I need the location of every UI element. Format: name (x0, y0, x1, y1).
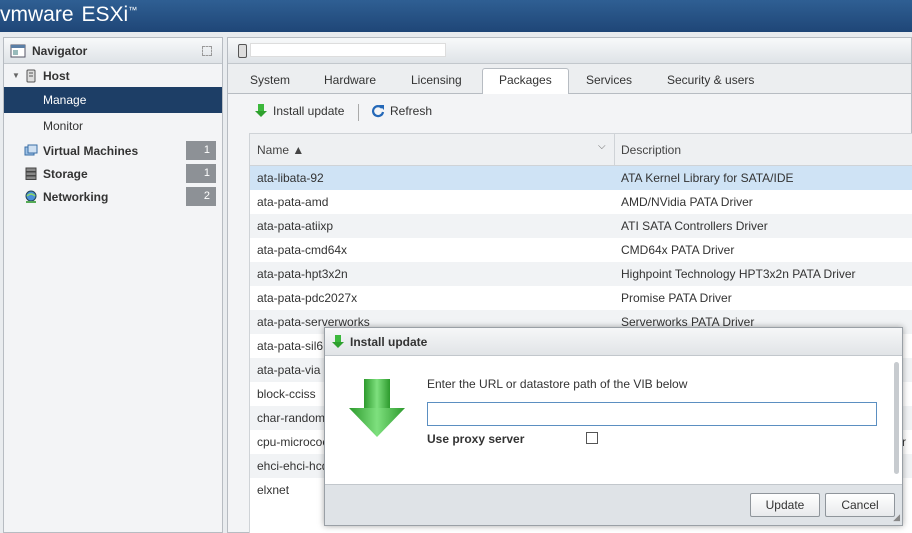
cancel-button[interactable]: Cancel (825, 493, 895, 517)
nav-item-virtual-machines[interactable]: Virtual Machines 1 (4, 139, 222, 162)
nav-item-monitor[interactable]: Monitor (4, 113, 222, 139)
table-row[interactable]: ata-pata-amd AMD/NVidia PATA Driver (250, 190, 912, 214)
toolbar: Install update Refresh (228, 94, 911, 128)
count-badge: 1 (186, 141, 216, 160)
navigator-title: Navigator (32, 43, 88, 58)
column-header-description[interactable]: Description (621, 143, 681, 157)
top-bar: vmware ESXi™ (0, 0, 912, 32)
dialog-body: Enter the URL or datastore path of the V… (325, 356, 902, 485)
package-name-cell: ata-pata-atiixp (257, 219, 334, 233)
brand-vmware: vmware (0, 3, 74, 26)
tab-hardware[interactable]: Hardware (308, 69, 392, 94)
install-update-button[interactable]: Install update (254, 104, 344, 118)
collapse-icon[interactable] (202, 46, 212, 56)
navigator-header: Navigator (4, 38, 222, 64)
brand-tm: ™ (128, 5, 138, 15)
package-name-cell: ata-pata-sil6 (257, 339, 324, 353)
use-proxy-checkbox[interactable] (586, 432, 598, 444)
column-header-name[interactable]: Name ▲ (257, 143, 304, 157)
update-button[interactable]: Update (750, 493, 820, 517)
package-name-cell: ata-pata-amd (257, 195, 329, 209)
nav-item-host[interactable]: ▼ Host (4, 64, 222, 87)
brand-esxi: ESXi (81, 3, 129, 26)
dialog-header: Install update (325, 328, 902, 356)
tab-bar: System Hardware Licensing Packages Servi… (228, 64, 911, 95)
vmware-esxi-logo: vmware ESXi™ (0, 3, 137, 27)
table-row[interactable]: ata-libata-92 ATA Kernel Library for SATA… (250, 166, 912, 190)
refresh-icon (371, 105, 385, 118)
column-separator[interactable] (614, 134, 615, 166)
package-name-cell: char-random (257, 411, 326, 425)
tab-licensing[interactable]: Licensing (395, 69, 478, 94)
table-row[interactable]: ata-pata-pdc2027x Promise PATA Driver (250, 286, 912, 310)
navigator-panel: Navigator ▼ Host Manage Monitor Virtual … (3, 37, 223, 533)
proxy-label: Use proxy server (427, 432, 525, 446)
package-name-cell: block-cciss (257, 387, 316, 401)
host-icon (26, 69, 36, 82)
expand-arrow-icon[interactable]: ▼ (12, 71, 22, 80)
package-name-cell: ata-pata-pdc2027x (257, 291, 358, 305)
install-arrow-icon (255, 104, 267, 117)
grid-header: Name ▲ ⌵ Description (250, 134, 912, 166)
nav-item-label: Monitor (43, 119, 84, 133)
dialog-prompt: Enter the URL or datastore path of the V… (427, 377, 688, 391)
refresh-label: Refresh (390, 104, 433, 118)
nav-item-label: Storage (43, 166, 88, 181)
nav-item-label: Networking (43, 189, 109, 204)
table-row[interactable]: ata-pata-cmd64x CMD64x PATA Driver (250, 238, 912, 262)
column-menu-chevron-icon[interactable]: ⌵ (598, 141, 606, 152)
nav-item-networking[interactable]: Networking 2 (4, 185, 222, 208)
refresh-button[interactable]: Refresh (371, 104, 432, 118)
dialog-scrollbar[interactable] (894, 362, 899, 474)
table-row[interactable]: ata-pata-atiixp ATI SATA Controllers Driv… (250, 214, 912, 238)
tab-security-users[interactable]: Security & users (651, 69, 770, 94)
tab-services[interactable]: Services (570, 69, 648, 94)
install-update-label: Install update (273, 104, 345, 118)
package-description-cell: Highpoint Technology HPT3x2n PATA Driver (621, 267, 856, 281)
nav-item-label: Manage (43, 93, 87, 107)
download-arrow-icon (349, 379, 405, 437)
package-description-cell: CMD64x PATA Driver (621, 243, 735, 257)
table-row[interactable]: ata-pata-hpt3x2n Highpoint Technology HPT… (250, 262, 912, 286)
count-badge: 1 (186, 164, 216, 183)
dialog-footer: Update Cancel ◢ (325, 484, 902, 525)
main-header (228, 38, 911, 64)
package-name-cell: ata-pata-cmd64x (257, 243, 348, 257)
network-icon (25, 190, 37, 203)
resize-grip-icon[interactable]: ◢ (893, 512, 900, 523)
navigator-icon (10, 44, 26, 57)
package-description-cell: ATA Kernel Library for SATA/IDE (621, 171, 794, 185)
package-name-cell: ata-pata-via (257, 363, 321, 377)
tab-system[interactable]: System (234, 69, 306, 94)
toolbar-separator (358, 104, 359, 121)
host-name-redacted (250, 43, 446, 57)
storage-icon (25, 167, 37, 180)
host-icon (238, 44, 247, 58)
package-description-cell: AMD/NVidia PATA Driver (621, 195, 753, 209)
package-name-cell: elxnet (257, 483, 290, 497)
install-update-dialog: Install update Enter the URL or datastor… (324, 327, 903, 526)
vib-url-input[interactable] (427, 402, 877, 426)
vm-icon (24, 144, 38, 155)
dialog-title: Install update (350, 334, 428, 349)
package-description-cell: Promise PATA Driver (621, 291, 732, 305)
package-description-cell: ATI SATA Controllers Driver (621, 219, 768, 233)
package-name-cell: ata-libata-92 (257, 171, 324, 185)
package-name-cell: cpu-micrococ (257, 435, 329, 449)
package-name-cell: ata-pata-hpt3x2n (257, 267, 348, 281)
count-badge: 2 (186, 187, 216, 206)
tab-packages[interactable]: Packages (482, 68, 569, 95)
nav-item-manage[interactable]: Manage (4, 87, 222, 113)
install-arrow-icon (332, 334, 344, 348)
nav-item-label: Virtual Machines (43, 143, 139, 158)
nav-item-label: Host (43, 68, 70, 83)
package-name-cell: ehci-ehci-hcd (257, 459, 329, 473)
nav-item-storage[interactable]: Storage 1 (4, 162, 222, 185)
